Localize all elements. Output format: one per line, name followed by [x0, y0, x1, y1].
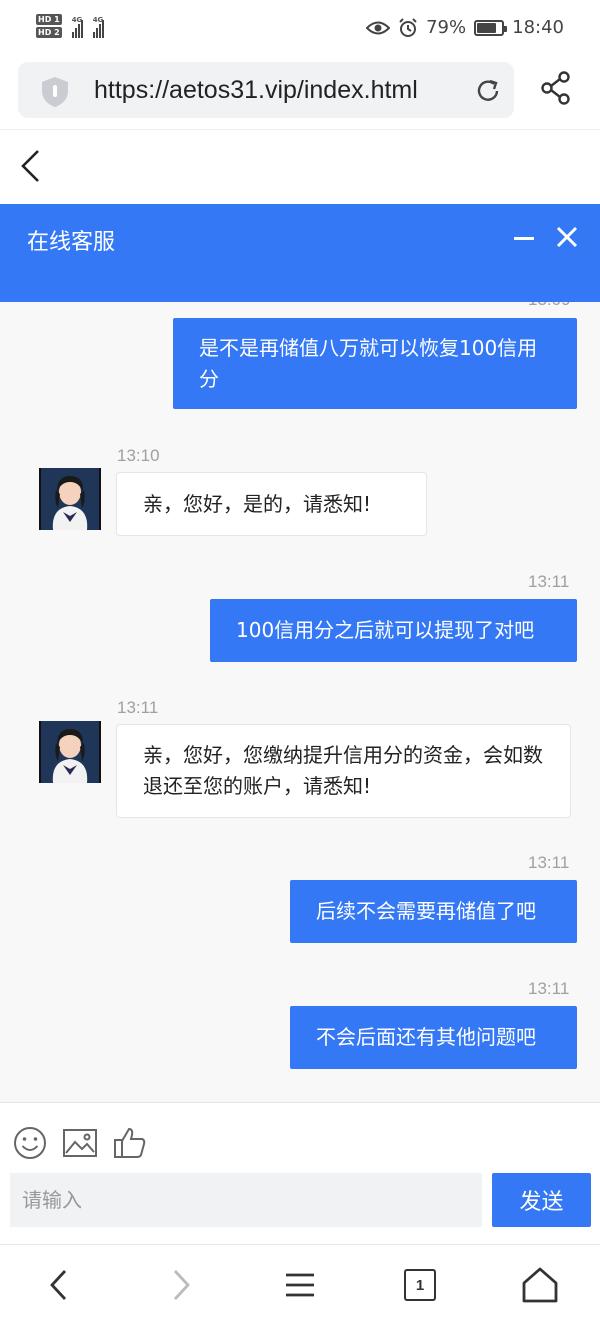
message-timestamp: 13:11 — [528, 979, 570, 998]
network-indicators: HD 1 HD 2 4G 4G — [36, 14, 104, 38]
eye-icon — [366, 21, 391, 34]
shield-icon[interactable] — [40, 76, 70, 108]
outgoing-message: 不会后面还有其他问题吧 — [290, 1006, 577, 1069]
browser-toolbar: https://aetos31.vip/index.html — [0, 58, 600, 130]
emoji-icon[interactable] — [12, 1125, 48, 1161]
alarm-icon — [399, 17, 417, 37]
message-text: 100信用分之后就可以提现了对吧 — [236, 618, 535, 642]
outgoing-message: 是不是再储值八万就可以恢复100信用分 — [173, 318, 577, 409]
menu-icon[interactable] — [278, 1263, 322, 1307]
sim1-badge: HD 1 — [36, 14, 62, 25]
close-icon[interactable] — [554, 224, 580, 250]
back-icon[interactable] — [38, 1263, 82, 1307]
outgoing-message: 100信用分之后就可以提现了对吧 — [210, 599, 577, 662]
status-bar: HD 1 HD 2 4G 4G 79% 18:40 — [0, 0, 600, 58]
message-text: 亲，您好，是的，请悉知! — [143, 491, 372, 516]
thumbs-up-icon[interactable] — [112, 1125, 148, 1161]
forward-icon[interactable] — [158, 1263, 202, 1307]
page-nav — [0, 130, 600, 204]
message-text: 不会后面还有其他问题吧 — [316, 1025, 536, 1049]
message-timestamp: 13:11 — [528, 572, 570, 591]
message-input[interactable] — [10, 1173, 482, 1227]
agent-avatar — [39, 721, 101, 783]
message-timestamp: 13:11 — [528, 853, 570, 872]
url-text[interactable]: https://aetos31.vip/index.html — [94, 76, 418, 105]
signal-icon: 4G — [71, 14, 83, 38]
chat-title: 在线客服 — [27, 230, 116, 255]
clock: 18:40 — [512, 17, 564, 38]
home-icon[interactable] — [518, 1263, 562, 1307]
share-icon[interactable] — [540, 71, 572, 105]
outgoing-message: 后续不会需要再储值了吧 — [290, 880, 577, 943]
message-text: 是不是再储值八万就可以恢复100信用分 — [199, 335, 538, 391]
agent-avatar — [39, 468, 101, 530]
message-timestamp: 13:10 — [117, 446, 160, 465]
incoming-message: 亲，您好，您缴纳提升信用分的资金，会如数退还至您的账户，请悉知! — [116, 724, 571, 818]
minimize-icon[interactable] — [512, 226, 536, 250]
tabs-icon[interactable]: 1 — [398, 1263, 442, 1307]
reload-icon[interactable] — [474, 77, 502, 105]
battery-percent: 79% — [426, 17, 467, 38]
battery-icon — [474, 19, 508, 36]
sim2-badge: HD 2 — [36, 27, 62, 38]
send-button[interactable]: 发送 — [492, 1173, 591, 1227]
signal-icon: 4G — [92, 14, 104, 38]
browser-bottom-nav: 1 — [0, 1244, 600, 1324]
chat-header: 在线客服 — [0, 204, 600, 302]
message-timestamp: 13:11 — [117, 698, 159, 717]
incoming-message: 亲，您好，是的，请悉知! — [116, 472, 427, 536]
tab-count: 1 — [404, 1269, 436, 1301]
image-icon[interactable] — [62, 1125, 98, 1161]
message-timestamp: 13:09 — [528, 302, 571, 310]
address-bar[interactable]: https://aetos31.vip/index.html — [18, 62, 514, 118]
composer: 发送 — [0, 1102, 600, 1244]
message-list[interactable]: 13:09 是不是再储值八万就可以恢复100信用分 13:10 亲，您好，是的，… — [0, 302, 600, 1102]
message-text: 后续不会需要再储值了吧 — [316, 899, 536, 923]
message-text: 亲，您好，您缴纳提升信用分的资金，会如数退还至您的账户，请悉知! — [143, 743, 543, 798]
back-chevron-icon[interactable] — [18, 148, 44, 184]
